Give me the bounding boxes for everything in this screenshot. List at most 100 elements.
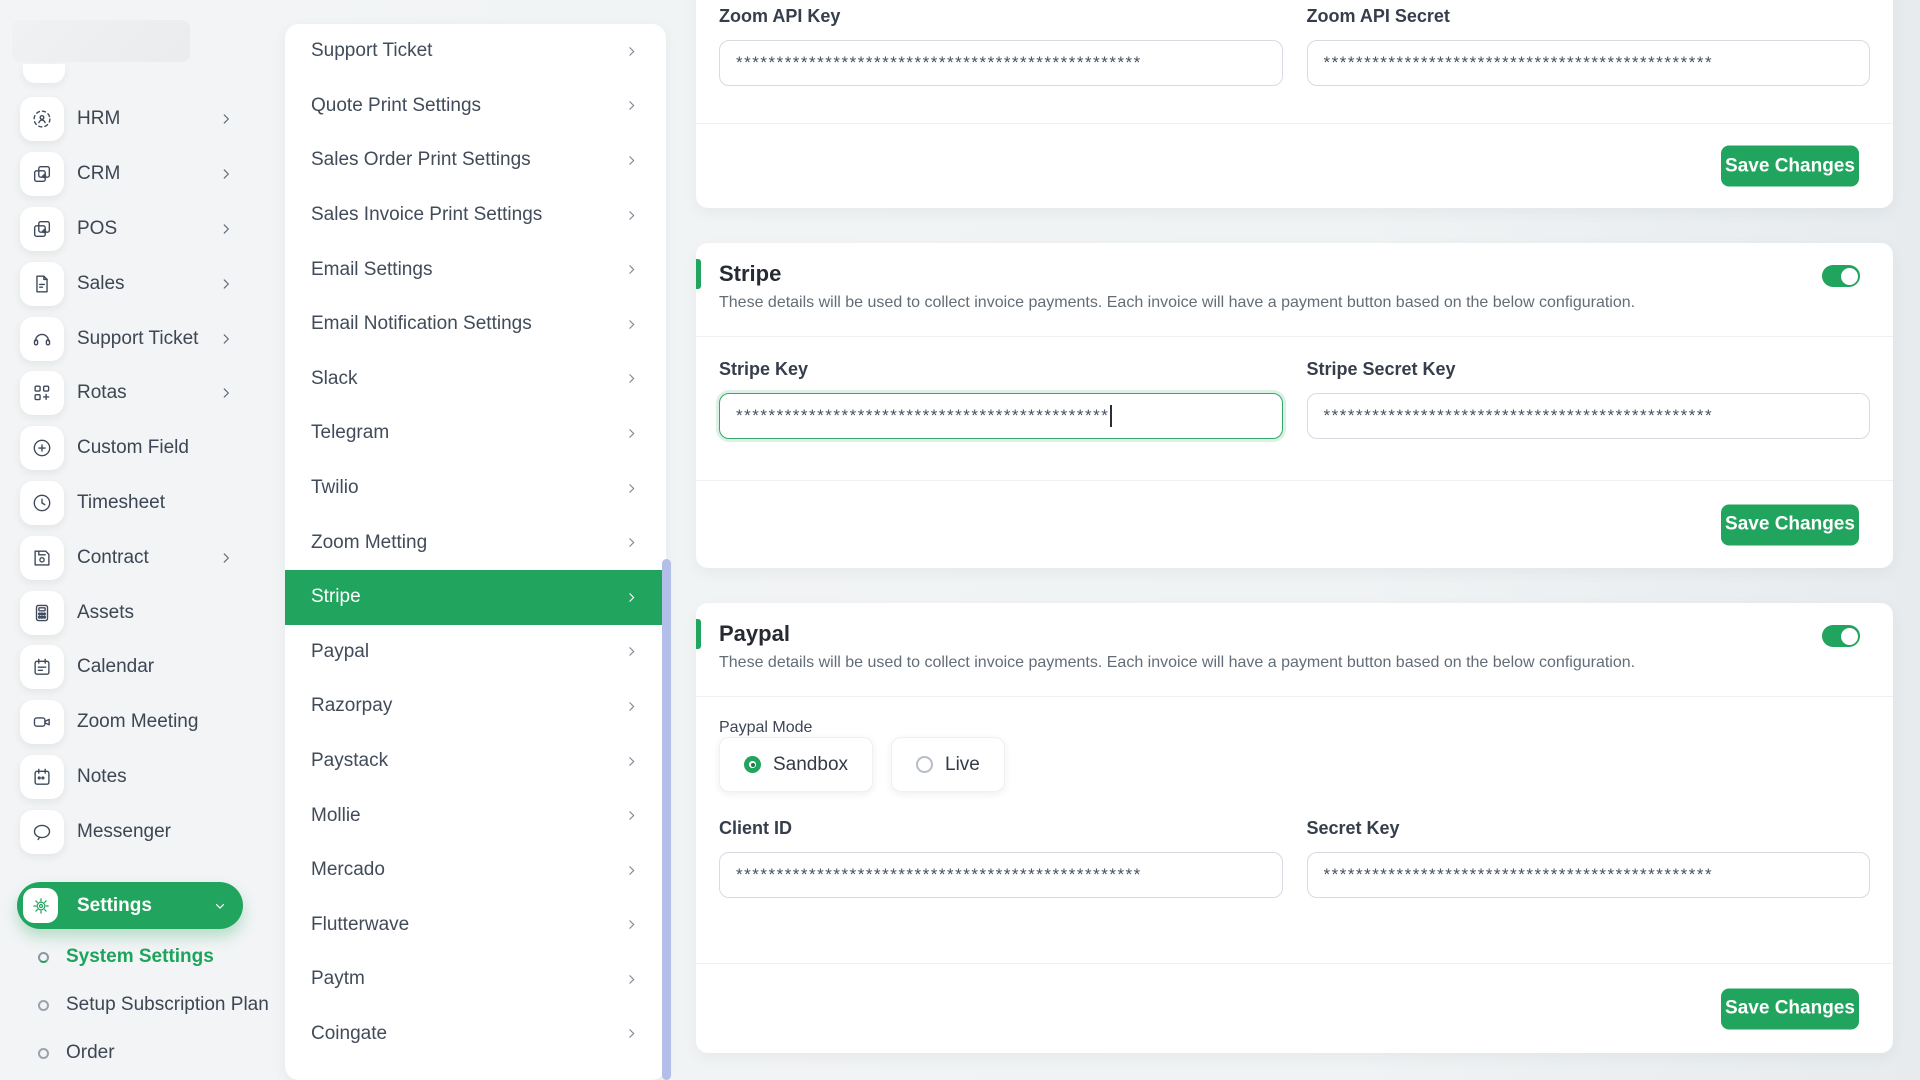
chevron-right-icon xyxy=(219,551,233,565)
hrm-icon xyxy=(20,97,64,142)
stripe-key-input[interactable]: ****************************************… xyxy=(719,393,1283,439)
stripe-secret-key-input[interactable] xyxy=(1306,393,1870,439)
chevron-right-icon xyxy=(625,755,638,768)
settings-menu-item-mercado[interactable]: Mercado xyxy=(285,843,666,898)
stripe-card: Stripe These details will be used to col… xyxy=(696,243,1893,568)
zoom-api-key-input[interactable] xyxy=(719,40,1283,86)
chevron-right-icon xyxy=(625,700,638,713)
sidebar-item-pos[interactable]: POS xyxy=(0,202,285,257)
stripe-title: Stripe xyxy=(719,261,782,286)
settings-menu-item-paystack[interactable]: Paystack xyxy=(285,734,666,789)
settings-menu-item-coingate[interactable]: Coingate xyxy=(285,1007,666,1062)
sidebar-subitem-order[interactable]: Order xyxy=(0,1029,285,1077)
support-icon xyxy=(20,316,64,361)
settings-menu-item-zoom-metting[interactable]: Zoom Metting xyxy=(285,515,666,570)
sidebar-item-assets[interactable]: Assets xyxy=(0,585,285,640)
chevron-right-icon xyxy=(625,536,638,549)
sidebar-item-rotas[interactable]: Rotas xyxy=(0,366,285,421)
sidebar-item-sales[interactable]: Sales xyxy=(0,256,285,311)
timesheet-icon xyxy=(20,480,64,525)
chevron-right-icon xyxy=(625,372,638,385)
chevron-right-icon xyxy=(625,99,638,112)
bullet-circle-icon xyxy=(38,999,49,1011)
chevron-right-icon xyxy=(219,167,233,181)
left-sidebar: HRM CRM POS Sales Support Ticket Rotas C… xyxy=(0,0,285,1080)
settings-menu-item-quote-print-settings[interactable]: Quote Print Settings xyxy=(285,79,666,134)
settings-menu-item-twilio[interactable]: Twilio xyxy=(285,461,666,516)
zoom-api-secret-label: Zoom API Secret xyxy=(1306,6,1450,26)
settings-label: Settings xyxy=(77,894,152,916)
settings-menu: Support Ticket Quote Print Settings Sale… xyxy=(285,24,666,1080)
sidebar-subitem-setup-subscription-plan[interactable]: Setup Subscription Plan xyxy=(0,981,285,1029)
sidebar-item-hrm[interactable]: HRM xyxy=(0,92,285,147)
settings-menu-item-support-ticket[interactable]: Support Ticket xyxy=(285,24,666,79)
zoom-api-key-label: Zoom API Key xyxy=(719,6,841,26)
chevron-right-icon xyxy=(625,482,638,495)
stripe-enabled-toggle[interactable] xyxy=(1822,265,1860,287)
chevron-right-icon xyxy=(625,918,638,931)
sidebar-item-calendar[interactable]: Calendar xyxy=(0,640,285,695)
stripe-key-label: Stripe Key xyxy=(719,359,809,379)
settings-menu-item-sales-order-print-settings[interactable]: Sales Order Print Settings xyxy=(285,133,666,188)
paypal-save-button[interactable]: Save Changes xyxy=(1721,988,1859,1029)
chevron-right-icon xyxy=(625,864,638,877)
paypal-mode-sandbox[interactable]: Sandbox xyxy=(719,737,874,792)
radio-unchecked-icon xyxy=(916,756,934,773)
chevron-right-icon xyxy=(625,209,638,222)
sidebar-item-zoom-meeting[interactable]: Zoom Meeting xyxy=(0,695,285,750)
pos-icon xyxy=(20,206,64,251)
sidebar-item-custom-field[interactable]: Custom Field xyxy=(0,421,285,476)
sidebar-item-notes[interactable]: Notes xyxy=(0,750,285,805)
settings-menu-item-flutterwave[interactable]: Flutterwave xyxy=(285,898,666,953)
zoom-meeting-icon xyxy=(20,700,64,745)
gear-icon xyxy=(23,888,58,923)
sidebar-item-support-ticket[interactable]: Support Ticket xyxy=(0,311,285,366)
sidebar-item-contract[interactable]: Contract xyxy=(0,530,285,585)
chevron-right-icon xyxy=(625,318,638,331)
settings-menu-item-email-settings[interactable]: Email Settings xyxy=(285,242,666,297)
rotas-icon xyxy=(20,371,64,416)
settings-menu-item-paypal[interactable]: Paypal xyxy=(285,625,666,680)
chevron-right-icon xyxy=(219,386,233,400)
paypal-accent-bar xyxy=(696,619,701,649)
sidebar-item-settings[interactable]: Settings xyxy=(17,882,243,929)
chevron-down-icon xyxy=(213,899,227,913)
settings-menu-item-telegram[interactable]: Telegram xyxy=(285,406,666,461)
chevron-right-icon xyxy=(625,645,638,658)
paypal-secret-key-label: Secret Key xyxy=(1306,818,1400,838)
chevron-right-icon xyxy=(219,277,233,291)
sidebar-item-timesheet[interactable]: Timesheet xyxy=(0,476,285,531)
zoom-settings-card: Zoom API Key Zoom API Secret Save Change… xyxy=(696,0,1893,208)
settings-menu-item-razorpay[interactable]: Razorpay xyxy=(285,679,666,734)
settings-menu-item-slack[interactable]: Slack xyxy=(285,352,666,407)
sidebar-item-crm[interactable]: CRM xyxy=(0,147,285,202)
notes-icon xyxy=(20,754,64,799)
paypal-description: These details will be used to collect in… xyxy=(719,654,1636,671)
zoom-api-secret-input[interactable] xyxy=(1306,40,1870,86)
sidebar-item-messenger[interactable]: Messenger xyxy=(0,804,285,859)
paypal-mode-live[interactable]: Live xyxy=(891,737,1005,792)
sidebar-subitem-system-settings[interactable]: System Settings xyxy=(0,933,285,981)
settings-menu-item-mollie[interactable]: Mollie xyxy=(285,788,666,843)
chevron-right-icon xyxy=(625,45,638,58)
chevron-right-icon xyxy=(219,222,233,236)
chevron-right-icon xyxy=(625,809,638,822)
custom-field-icon xyxy=(20,426,64,471)
zoom-save-button[interactable]: Save Changes xyxy=(1721,145,1859,187)
paypal-secret-key-input[interactable] xyxy=(1306,852,1870,898)
chevron-right-icon xyxy=(219,112,233,126)
stripe-description: These details will be used to collect in… xyxy=(719,294,1636,311)
settings-menu-item-paytm[interactable]: Paytm xyxy=(285,952,666,1007)
settings-menu-item-stripe[interactable]: Stripe xyxy=(285,569,666,625)
radio-checked-icon xyxy=(744,756,761,773)
chevron-right-icon xyxy=(625,1027,638,1040)
paypal-client-id-input[interactable] xyxy=(719,852,1283,898)
settings-menu-item-email-notification-settings[interactable]: Email Notification Settings xyxy=(285,297,666,352)
settings-menu-item-sales-invoice-print-settings[interactable]: Sales Invoice Print Settings xyxy=(285,188,666,243)
stripe-save-button[interactable]: Save Changes xyxy=(1721,504,1859,545)
stripe-secret-key-label: Stripe Secret Key xyxy=(1306,359,1456,379)
settings-menu-item-skrill[interactable]: Skrill xyxy=(285,1061,666,1080)
settings-menu-scrollbar[interactable] xyxy=(662,559,671,1080)
sidebar-nav: HRM CRM POS Sales Support Ticket Rotas C… xyxy=(0,92,285,859)
paypal-enabled-toggle[interactable] xyxy=(1822,625,1860,647)
